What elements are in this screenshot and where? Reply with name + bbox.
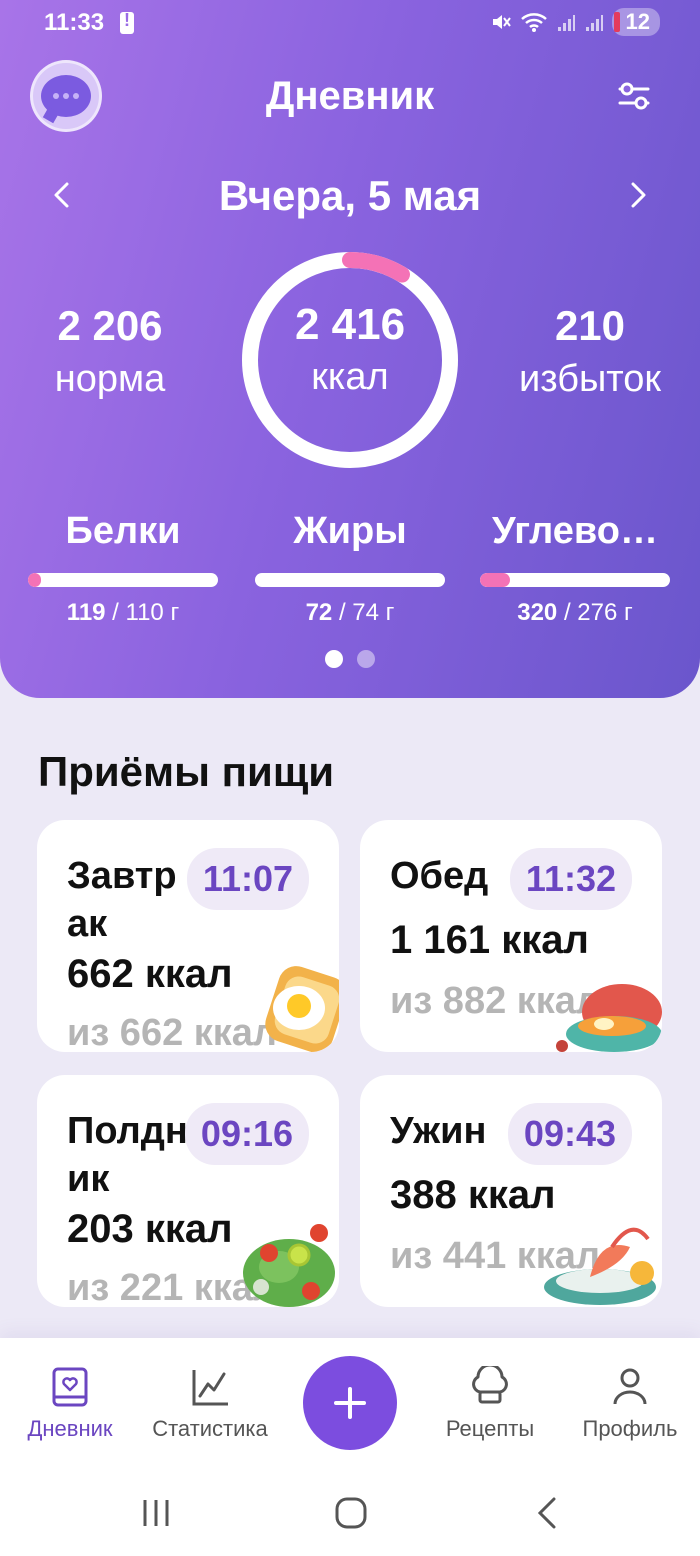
page-indicator[interactable] <box>0 650 700 668</box>
meal-name: Полдник <box>67 1110 188 1200</box>
nav-diary-label: Дневник <box>27 1416 113 1441</box>
salad-icon <box>243 1224 335 1307</box>
battery-warning-icon <box>120 10 134 34</box>
meal-time[interactable]: 09:43 <box>507 1103 632 1165</box>
calorie-eaten: 2 416 ккал <box>240 300 460 399</box>
page-title: Дневник <box>265 74 435 118</box>
macro-protein-target: / 110 г <box>105 599 180 626</box>
chef-hat-icon <box>472 1366 508 1404</box>
calorie-excess-value: 210 <box>554 302 626 349</box>
recent-apps-icon[interactable] <box>140 1498 172 1528</box>
macro-protein: Белки 119 / 110 г <box>28 510 218 627</box>
page-dot[interactable] <box>325 650 343 668</box>
nav-statistics-label: Статистика <box>152 1416 268 1441</box>
macro-carbs-bar <box>480 573 670 587</box>
date-selector: Вчера, 5 мая <box>0 168 700 228</box>
shrimp-plate-icon <box>544 1227 656 1305</box>
status-time: 11:33 <box>44 9 105 36</box>
macro-fat-bar <box>255 573 445 587</box>
meal-time[interactable]: 09:16 <box>184 1103 309 1165</box>
filter-settings-icon[interactable] <box>616 78 652 114</box>
mute-icon <box>492 15 511 29</box>
nav-recipes-label: Рецепты <box>445 1416 535 1441</box>
wifi-icon <box>520 13 547 32</box>
bottom-navigation: Дневник Статистика Рецепты Профиль <box>0 1338 700 1468</box>
macro-fat: Жиры 72 / 74 г <box>255 510 445 627</box>
macro-protein-value: 119 / 110 г <box>28 599 218 627</box>
next-day-arrow-icon[interactable] <box>622 180 652 210</box>
macro-carbs-value: 320 / 276 г <box>480 599 670 627</box>
calorie-eaten-label: ккал <box>311 356 389 398</box>
meal-card-lunch[interactable]: Обед 11:32 1 161 ккал из 882 ккал <box>360 820 662 1052</box>
status-bar: 11:33 12 <box>0 0 700 46</box>
calorie-eaten-value: 2 416 <box>294 300 406 349</box>
back-icon[interactable] <box>534 1496 560 1530</box>
calorie-excess-label: избыток <box>518 358 662 400</box>
meal-card-breakfast[interactable]: Завтрак 11:07 662 ккал из 662 ккал <box>37 820 339 1052</box>
meal-kcal: 662 ккал <box>67 952 233 996</box>
macro-fat-value: 72 / 74 г <box>255 599 445 627</box>
macro-fat-target: / 74 г <box>332 599 395 626</box>
page-dot[interactable] <box>357 650 375 668</box>
meal-kcal-target: из 662 ккал <box>67 1012 278 1052</box>
meal-kcal: 388 ккал <box>390 1173 556 1217</box>
meal-name: Завтрак <box>67 855 177 945</box>
home-icon[interactable] <box>334 1496 368 1530</box>
macro-carbs-name: Углево… <box>492 510 658 552</box>
calorie-excess: 210 избыток <box>500 302 680 401</box>
diary-book-icon <box>52 1367 88 1407</box>
add-button[interactable] <box>303 1356 397 1450</box>
chart-line-icon <box>192 1370 228 1406</box>
macro-fat-name: Жиры <box>293 510 407 552</box>
macro-carbs-target: / 276 г <box>557 599 633 626</box>
signal-icon <box>557 15 575 31</box>
meal-kcal: 203 ккал <box>67 1207 233 1251</box>
plus-icon <box>334 1387 366 1419</box>
meal-time[interactable]: 11:32 <box>509 848 632 910</box>
macro-fat-eaten: 72 <box>305 599 333 626</box>
toast-egg-icon <box>265 966 339 1052</box>
macro-protein-eaten: 119 <box>66 599 106 626</box>
system-navigation-bar <box>0 1468 700 1556</box>
nav-statistics[interactable]: Статистика <box>140 1366 280 1442</box>
macro-protein-bar-fill <box>28 573 42 587</box>
lunch-bowl-icon <box>556 984 662 1052</box>
macro-carbs-bar-fill <box>480 573 511 587</box>
macro-protein-bar <box>28 573 218 587</box>
battery-indicator: 12 <box>611 8 660 36</box>
macro-carbs: Углево… 320 / 276 г <box>480 510 670 627</box>
nav-diary[interactable]: Дневник <box>0 1366 140 1442</box>
date-label[interactable]: Вчера, 5 мая <box>0 172 700 220</box>
macro-carbs-eaten: 320 <box>517 599 558 626</box>
calorie-norm-label: норма <box>54 358 166 400</box>
status-icons: 12 <box>490 8 660 36</box>
macro-protein-name: Белки <box>65 510 181 552</box>
nav-profile[interactable]: Профиль <box>560 1366 700 1442</box>
meals-section-title: Приёмы пищи <box>38 748 335 795</box>
calorie-norm: 2 206 норма <box>30 302 190 401</box>
meal-card-dinner[interactable]: Ужин 09:43 388 ккал из 441 ккал <box>360 1075 662 1307</box>
nav-recipes[interactable]: Рецепты <box>420 1366 560 1442</box>
meal-time[interactable]: 11:07 <box>186 848 309 910</box>
diary-header-panel: 11:33 12 Дневник Вчера, 5 мая 2 206 норм… <box>0 0 700 698</box>
calorie-norm-value: 2 206 <box>57 302 163 349</box>
profile-person-icon <box>613 1368 647 1405</box>
nav-profile-label: Профиль <box>582 1416 678 1441</box>
signal-icon-2 <box>585 15 603 31</box>
meal-card-snack[interactable]: Полдник 09:16 203 ккал из 221 ккал <box>37 1075 339 1307</box>
